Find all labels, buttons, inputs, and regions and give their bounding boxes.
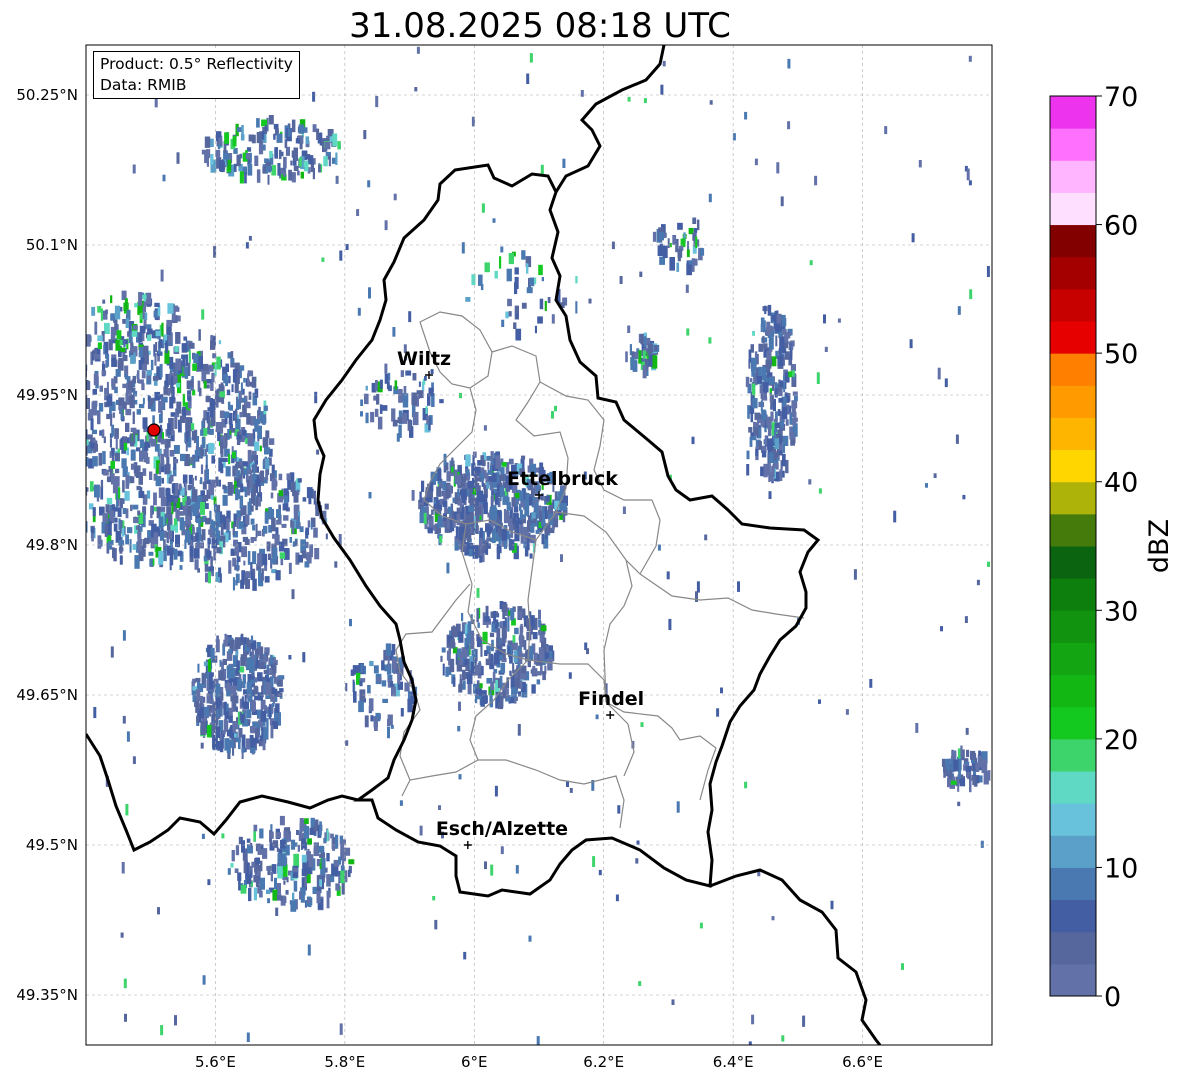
colorbar-swatch (1050, 417, 1096, 451)
colorbar-tick-label: 30 (1104, 596, 1138, 627)
colorbar-swatch (1050, 706, 1096, 740)
colorbar-swatch (1050, 610, 1096, 643)
colorbar-swatch (1050, 771, 1096, 804)
lat-tick-label: 50.25°N (16, 86, 78, 104)
colorbar-swatch (1050, 803, 1096, 836)
colorbar-swatch (1050, 481, 1096, 515)
city-label: Findel (578, 688, 644, 710)
colorbar-swatch (1050, 513, 1096, 547)
colorbar-tick-label: 70 (1104, 82, 1138, 113)
colorbar-swatch (1050, 835, 1096, 868)
colorbar-tick-label: 10 (1104, 853, 1138, 884)
colorbar-swatch (1050, 192, 1096, 226)
colorbar-swatch (1050, 674, 1096, 708)
city-label: Ettelbruck (507, 468, 618, 490)
colorbar-label: dBZ (1144, 519, 1175, 573)
city-label: Wiltz (397, 348, 451, 370)
colorbar-swatch (1050, 224, 1096, 258)
colorbar-swatch (1050, 963, 1096, 997)
colorbar-tick-label: 20 (1104, 725, 1138, 756)
colorbar-swatch (1050, 899, 1096, 933)
colorbar: 0 10 20 30 40 50 60 70 dBZ (1049, 82, 1175, 1013)
lat-tick-label: 49.8°N (26, 536, 78, 554)
product-label: Product: 0.5° Reflectivity (100, 55, 293, 73)
colorbar-swatch (1050, 385, 1096, 418)
lon-tick-label: 6.2°E (583, 1053, 624, 1071)
lon-tick-label: 6°E (461, 1053, 488, 1071)
city-label: Esch/Alzette (436, 818, 568, 840)
product-info-box: Product: 0.5° Reflectivity Data: RMIB (93, 51, 300, 99)
colorbar-swatch (1050, 546, 1096, 579)
colorbar-swatch (1050, 578, 1096, 611)
lon-tick-label: 5.8°E (324, 1053, 365, 1071)
colorbar-swatch (1050, 288, 1096, 322)
colorbar-swatch (1050, 867, 1096, 901)
colorbar-swatch (1050, 128, 1096, 161)
radar-site (147, 423, 161, 437)
colorbar-swatch (1050, 642, 1096, 676)
lon-tick-label: 6.6°E (842, 1053, 883, 1071)
colorbar-swatch (1050, 353, 1096, 386)
data-source-label: Data: RMIB (100, 76, 187, 94)
colorbar-swatch (1050, 321, 1096, 354)
lon-tick-label: 6.4°E (713, 1053, 754, 1071)
lat-tick-label: 50.1°N (26, 236, 78, 254)
lat-tick-label: 49.35°N (16, 986, 78, 1004)
lon-tick-label: 5.6°E (195, 1053, 236, 1071)
colorbar-swatch (1050, 256, 1096, 290)
lat-tick-label: 49.5°N (26, 836, 78, 854)
lat-tick-label: 49.65°N (16, 686, 78, 704)
colorbar-tick-label: 0 (1104, 982, 1121, 1013)
colorbar-swatch (1050, 449, 1096, 483)
colorbar-swatch (1050, 96, 1096, 129)
colorbar-swatch (1050, 738, 1096, 772)
colorbar-tick-label: 40 (1104, 468, 1138, 499)
colorbar-tick-label: 50 (1104, 339, 1138, 370)
colorbar-tick-label: 60 (1104, 211, 1138, 242)
lat-tick-label: 49.95°N (16, 386, 78, 404)
colorbar-swatch (1050, 160, 1096, 193)
radar-site-marker (147, 423, 161, 437)
radar-map: 50.25°N 50.1°N 49.95°N 49.8°N 49.65°N 49.5°N 4… (16, 44, 1175, 1071)
colorbar-swatch (1050, 931, 1096, 965)
